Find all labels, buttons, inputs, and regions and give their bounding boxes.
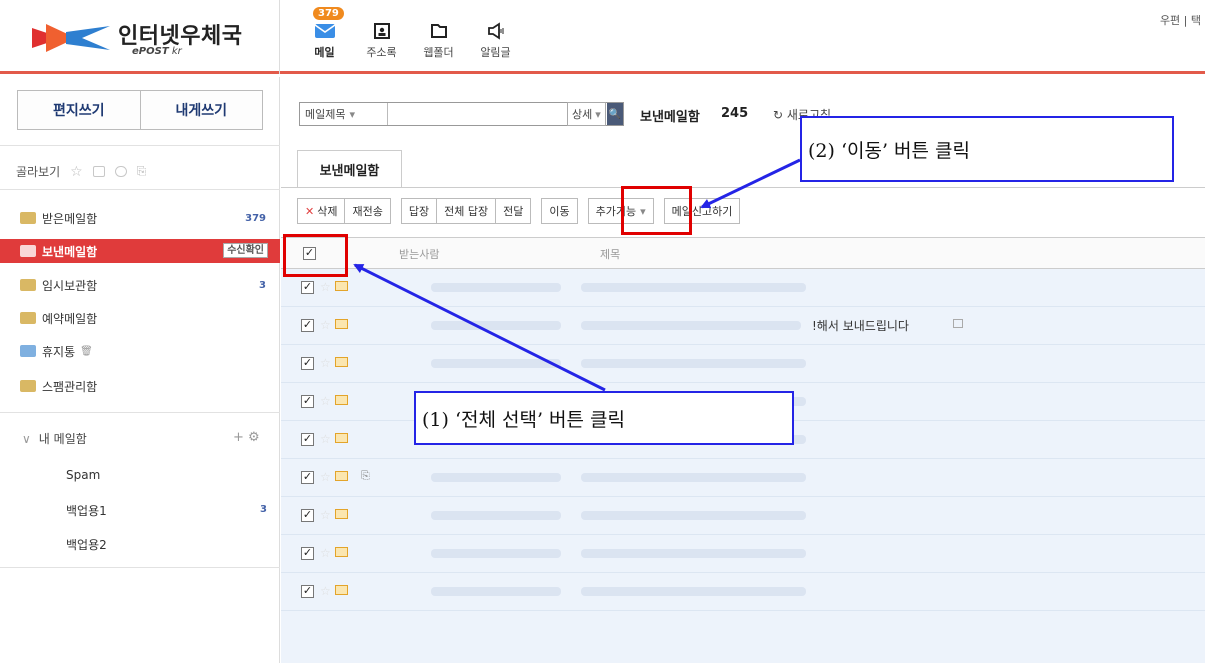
annotation-arrows — [353, 158, 801, 392]
step1-callout: (1) ‘전체 선택’ 버튼 클릭 — [414, 391, 794, 445]
step2-callout: (2) ‘이동’ 버튼 클릭 — [800, 116, 1174, 182]
